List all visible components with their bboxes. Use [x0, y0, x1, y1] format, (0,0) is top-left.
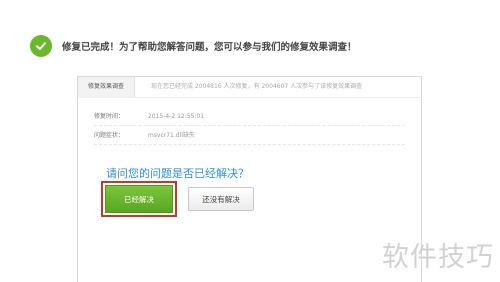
symptom-row: 问题症状： msvcr71.dll缺失: [94, 130, 195, 139]
banner-message: 修复已完成！为了帮助您解答问题，您可以参与我们的修复效果调查！: [62, 42, 357, 53]
row-divider: [94, 125, 405, 126]
not-solved-button[interactable]: 还没有解决: [188, 187, 254, 211]
symptom-value: msvcr71.dll缺失: [147, 132, 195, 139]
highlight-frame: 已经解决: [101, 181, 177, 217]
panel-header: 修复效果调查 现在您已经完成 2004816 人次修复，有 2004607 人次…: [78, 77, 421, 98]
tab-survey[interactable]: 修复效果调查: [78, 77, 136, 97]
symptom-label: 问题症状：: [94, 132, 125, 139]
repair-time-label: 修复时间：: [94, 113, 125, 120]
check-circle-icon: [30, 35, 52, 57]
completion-banner: 修复已完成！为了帮助您解答问题，您可以参与我们的修复效果调查！: [30, 32, 490, 60]
watermark: 软件技巧: [382, 242, 494, 273]
resolution-question: 请问您的问题是否已经解决？: [106, 167, 249, 180]
survey-panel: 修复效果调查 现在您已经完成 2004816 人次修复，有 2004607 人次…: [77, 76, 422, 282]
survey-description: 现在您已经完成 2004816 人次修复，有 2004607 人次参与了该修复效…: [151, 83, 363, 90]
solved-button[interactable]: 已经解决: [105, 185, 173, 213]
repair-time-value: 2015-4-2 12:55:01: [147, 113, 205, 120]
row-divider: [94, 144, 405, 145]
repair-time-row: 修复时间： 2015-4-2 12:55:01: [94, 111, 204, 120]
